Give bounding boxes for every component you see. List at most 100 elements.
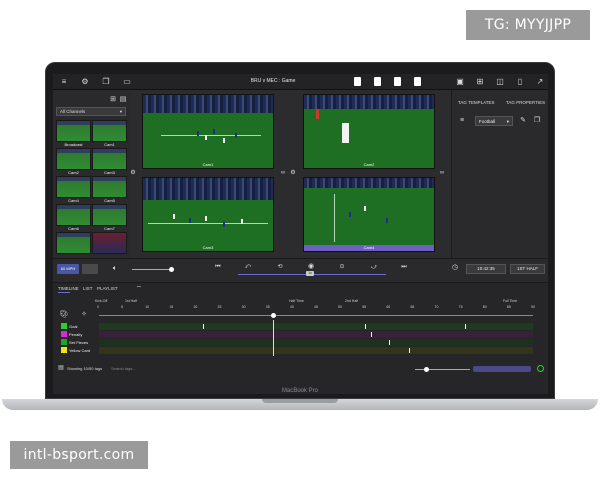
tab-playlist[interactable]: PLAYLIST: [97, 286, 118, 291]
ruler-tick-label: 90: [531, 305, 535, 309]
ruler-tick-label: 25: [217, 305, 222, 309]
tab-tag-properties[interactable]: TAG PROPERTIES: [506, 100, 545, 105]
ruler-tick-label: 10: [145, 305, 150, 309]
link-icon[interactable]: ∞: [278, 168, 288, 178]
ruler-tick-label: 0: [97, 305, 99, 309]
video-cam2[interactable]: Cam2: [303, 94, 435, 169]
copy-icon[interactable]: ❐: [101, 77, 111, 87]
half-button[interactable]: 1ST HALF: [510, 264, 545, 274]
tag-color-swatch: [61, 339, 67, 345]
camera-thumb-1[interactable]: [92, 120, 127, 142]
loop-icon[interactable]: ⟲: [275, 262, 285, 272]
skip-back-icon[interactable]: ⏮: [213, 262, 223, 272]
tag-marker[interactable]: [465, 324, 466, 329]
track-goal[interactable]: [99, 323, 533, 330]
tag-label: Penalty: [69, 332, 83, 337]
window-icon[interactable]: ▭: [122, 77, 132, 87]
tag-marker[interactable]: [203, 324, 204, 329]
speed-button[interactable]: 60 MPH: [57, 264, 79, 274]
camera-thumb-8[interactable]: [56, 232, 91, 254]
player: [364, 206, 366, 211]
volume-knob[interactable]: [169, 267, 174, 272]
list-view-icon[interactable]: ▤: [118, 95, 128, 105]
skip-forward-icon[interactable]: ⏭: [399, 262, 409, 272]
player: [173, 214, 175, 219]
palette-icon[interactable]: 🎨︎: [59, 310, 69, 320]
tag-row-goal[interactable]: Goal: [61, 323, 99, 330]
card-icon-3[interactable]: [394, 77, 401, 86]
camera-thumb-5[interactable]: [92, 176, 127, 198]
track-penalty[interactable]: [99, 331, 533, 338]
video-cam3[interactable]: Cam3: [142, 177, 274, 252]
tag-color-swatch: [61, 331, 67, 337]
template-select[interactable]: Football ▾: [475, 116, 513, 126]
camera-thumb-7[interactable]: [92, 204, 127, 226]
card-icon-2[interactable]: [374, 77, 381, 86]
ruler-marker: 2nd Half: [345, 299, 359, 303]
phone-icon[interactable]: ▯: [515, 77, 525, 87]
timeline-playhead[interactable]: [271, 313, 276, 318]
camera-thumb-broadcast[interactable]: [56, 120, 91, 142]
tag-row-yellow-card[interactable]: Yellow Card: [61, 347, 99, 354]
layout-alt-icon[interactable]: ◫: [495, 77, 505, 87]
channel-select[interactable]: All Channels ▾: [56, 107, 126, 116]
track-set-pieces[interactable]: [99, 339, 533, 346]
tag-marker[interactable]: [409, 348, 410, 353]
camera-thumb-2[interactable]: [56, 148, 91, 170]
filter-icon[interactable]: ⌔: [134, 284, 144, 294]
tab-timeline[interactable]: TIMELINE: [58, 286, 79, 291]
tag-row-set-pieces[interactable]: Set Pieces: [61, 339, 99, 346]
camera-thumb-4[interactable]: [56, 176, 91, 198]
tag-marker[interactable]: [389, 340, 390, 345]
settings-icon[interactable]: ⚙: [288, 168, 298, 178]
track-yellow-card[interactable]: [99, 347, 533, 354]
timecode-field[interactable]: 10:42:35: [466, 264, 506, 274]
gear-icon[interactable]: ⚙: [80, 77, 90, 87]
tag-label: Set Pieces: [69, 340, 89, 345]
video-label: Cam4: [304, 245, 434, 251]
external-link-icon[interactable]: ↗: [535, 77, 545, 87]
tab-list[interactable]: LIST: [83, 286, 93, 291]
camera-thumb-9[interactable]: [92, 232, 127, 254]
rewind-icon[interactable]: ⤺: [243, 262, 253, 272]
timeline-scrollbar[interactable]: [473, 366, 531, 372]
link-icon[interactable]: ∞: [437, 168, 447, 178]
card-icon-4[interactable]: [414, 77, 421, 86]
tag-row-penalty[interactable]: Penalty: [61, 331, 99, 338]
settings-icon[interactable]: ⚙: [128, 168, 138, 178]
pitch-line: [334, 194, 335, 242]
list-icon[interactable]: ≡: [457, 116, 467, 126]
card-icon-1[interactable]: [354, 77, 361, 86]
player: [349, 212, 351, 217]
laptop-brand: MacBook Pro: [281, 388, 318, 394]
tab-tag-templates[interactable]: TAG TEMPLATES: [458, 100, 495, 105]
player: [386, 218, 388, 223]
grid-icon[interactable]: ⊞: [475, 77, 485, 87]
grid-view-icon[interactable]: ⊞: [108, 95, 118, 105]
camera-thumb-6[interactable]: [56, 204, 91, 226]
fast-forward-icon[interactable]: ⤻: [369, 262, 379, 272]
tag-marker[interactable]: [365, 324, 366, 329]
stadium-crowd: [143, 95, 273, 113]
zoom-knob[interactable]: [424, 367, 429, 372]
video-cam4[interactable]: Cam4: [303, 177, 435, 252]
ruler-tick-label: 50: [338, 305, 343, 309]
layout-icon[interactable]: ▣: [455, 77, 465, 87]
edit-icon[interactable]: ✎: [518, 116, 528, 126]
menu-icon[interactable]: ≡: [59, 77, 69, 87]
secondary-button[interactable]: [82, 264, 98, 274]
forward-icon[interactable]: ⊙: [337, 262, 347, 272]
player: [223, 222, 225, 227]
playhead-line: [273, 320, 274, 356]
volume-icon[interactable]: 🔈︎: [110, 264, 120, 274]
video-cam1[interactable]: Cam1: [142, 94, 274, 169]
volume-slider[interactable]: [132, 269, 174, 270]
search-input[interactable]: Search tags...: [111, 366, 136, 371]
tag-marker[interactable]: [371, 332, 372, 337]
duplicate-icon[interactable]: ❐: [532, 116, 542, 126]
timeline-ruler[interactable]: [99, 315, 533, 316]
camera-thumb-3[interactable]: [92, 148, 127, 170]
ruler-tick-label: 45: [314, 305, 318, 309]
clock-icon[interactable]: ◷: [450, 263, 460, 273]
sparkle-icon[interactable]: ✧: [79, 310, 89, 320]
